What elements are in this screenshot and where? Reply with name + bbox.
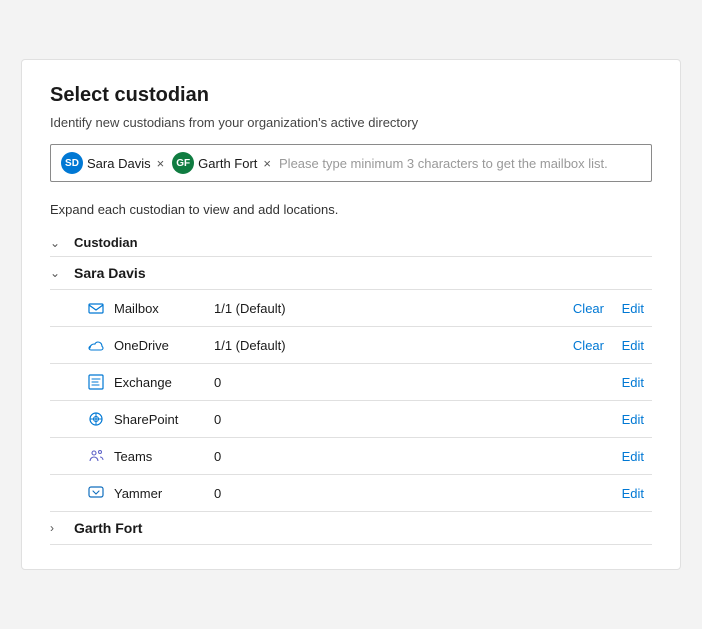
clear-button-mailbox[interactable]: Clear bbox=[565, 301, 612, 316]
header-chevron-icon[interactable]: ⌄ bbox=[50, 236, 66, 250]
service-count-yammer: 0 bbox=[214, 486, 565, 501]
service-count-mailbox: 1/1 (Default) bbox=[214, 301, 565, 316]
service-row-exchange: Exchange0ClearEdit bbox=[50, 364, 652, 401]
onedrive-icon bbox=[86, 335, 106, 355]
service-count-sharepoint: 0 bbox=[214, 412, 565, 427]
service-name-exchange: Exchange bbox=[114, 375, 214, 390]
tag-close-garth-fort[interactable]: × bbox=[261, 157, 273, 170]
edit-button-teams[interactable]: Edit bbox=[612, 449, 652, 464]
search-placeholder: Please type minimum 3 characters to get … bbox=[279, 156, 641, 171]
tag-label-sara-davis: Sara Davis bbox=[87, 156, 151, 171]
service-name-onedrive: OneDrive bbox=[114, 338, 214, 353]
tag-close-sara-davis[interactable]: × bbox=[155, 157, 167, 170]
custodian-name-sara-davis: Sara Davis bbox=[74, 265, 146, 281]
column-header-label: Custodian bbox=[74, 235, 138, 250]
sharepoint-icon bbox=[86, 409, 106, 429]
select-custodian-panel: Select custodian Identify new custodians… bbox=[21, 59, 681, 570]
page-subtitle: Identify new custodians from your organi… bbox=[50, 115, 652, 130]
edit-button-yammer[interactable]: Edit bbox=[612, 486, 652, 501]
tag-garth-fort: GF Garth Fort × bbox=[172, 152, 273, 174]
service-row-yammer: Yammer0ClearEdit bbox=[50, 475, 652, 512]
page-title: Select custodian bbox=[50, 84, 652, 107]
custodian-name-garth-fort: Garth Fort bbox=[74, 520, 142, 536]
tag-sara-davis: SD Sara Davis × bbox=[61, 152, 166, 174]
table-header: ⌄ Custodian bbox=[50, 229, 652, 257]
service-count-teams: 0 bbox=[214, 449, 565, 464]
service-count-onedrive: 1/1 (Default) bbox=[214, 338, 565, 353]
teams-icon bbox=[86, 446, 106, 466]
edit-button-onedrive[interactable]: Edit bbox=[612, 338, 652, 353]
instruction-text: Expand each custodian to view and add lo… bbox=[50, 202, 652, 217]
edit-button-exchange[interactable]: Edit bbox=[612, 375, 652, 390]
service-row-onedrive: OneDrive1/1 (Default)ClearEdit bbox=[50, 327, 652, 364]
tag-avatar-sara-davis: SD bbox=[61, 152, 83, 174]
custodian-list: ⌄Sara Davis Mailbox1/1 (Default)ClearEdi… bbox=[50, 257, 652, 545]
exchange-icon bbox=[86, 372, 106, 392]
tag-avatar-garth-fort: GF bbox=[172, 152, 194, 174]
mailbox-icon bbox=[86, 298, 106, 318]
yammer-icon bbox=[86, 483, 106, 503]
tag-label-garth-fort: Garth Fort bbox=[198, 156, 257, 171]
service-name-sharepoint: SharePoint bbox=[114, 412, 214, 427]
edit-button-sharepoint[interactable]: Edit bbox=[612, 412, 652, 427]
edit-button-mailbox[interactable]: Edit bbox=[612, 301, 652, 316]
clear-button-onedrive[interactable]: Clear bbox=[565, 338, 612, 353]
service-name-mailbox: Mailbox bbox=[114, 301, 214, 316]
custodian-row-garth-fort[interactable]: › Garth Fort bbox=[50, 512, 652, 545]
service-name-teams: Teams bbox=[114, 449, 214, 464]
service-count-exchange: 0 bbox=[214, 375, 565, 390]
service-row-mailbox: Mailbox1/1 (Default)ClearEdit bbox=[50, 290, 652, 327]
custodian-row-sara-davis[interactable]: ⌄ Sara Davis bbox=[50, 257, 652, 290]
chevron-icon-garth-fort[interactable]: › bbox=[50, 521, 66, 535]
service-row-sharepoint: SharePoint0ClearEdit bbox=[50, 401, 652, 438]
custodian-search-box[interactable]: SD Sara Davis × GF Garth Fort × Please type mi… bbox=[50, 144, 652, 182]
service-name-yammer: Yammer bbox=[114, 486, 214, 501]
service-row-teams: Teams0ClearEdit bbox=[50, 438, 652, 475]
chevron-icon-sara-davis[interactable]: ⌄ bbox=[50, 266, 66, 280]
